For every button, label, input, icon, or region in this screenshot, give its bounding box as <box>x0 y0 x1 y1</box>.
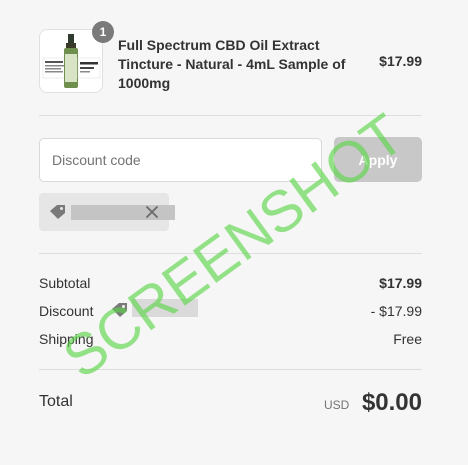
apply-button[interactable]: Apply <box>334 137 422 182</box>
product-line-item: 1 Full Spectrum CBD Oil Extract Tincture… <box>39 21 422 93</box>
discount-code-redacted <box>71 205 175 220</box>
product-name: Full Spectrum CBD Oil Extract Tincture -… <box>118 37 346 91</box>
applied-discount-tag <box>39 193 175 231</box>
discount-row: Discount - $17.99 <box>39 299 422 323</box>
subtotal-label: Subtotal <box>39 275 91 291</box>
discount-code-input[interactable] <box>39 138 322 182</box>
shipping-value: Free <box>393 331 422 347</box>
discount-label: Discount <box>39 303 94 319</box>
total-label: Total <box>39 393 73 410</box>
quantity-badge: 1 <box>92 21 114 43</box>
divider <box>39 115 422 116</box>
divider <box>39 253 422 254</box>
divider <box>39 369 422 370</box>
total-value: $0.00 <box>361 389 422 416</box>
shipping-label: Shipping <box>39 331 94 347</box>
discount-value: - $17.99 <box>370 303 422 319</box>
product-price: $17.99 <box>379 53 422 69</box>
subtotal-value: $17.99 <box>379 275 422 291</box>
total-currency: USD <box>324 398 350 412</box>
subtotal-row: Subtotal $17.99 <box>39 275 422 295</box>
discount-code-redacted <box>132 299 198 317</box>
tag-icon <box>112 303 127 317</box>
tag-icon <box>50 205 65 219</box>
close-icon[interactable] <box>145 205 159 219</box>
product-thumbnail: 1 <box>39 21 114 93</box>
shipping-row: Shipping Free <box>39 331 422 351</box>
